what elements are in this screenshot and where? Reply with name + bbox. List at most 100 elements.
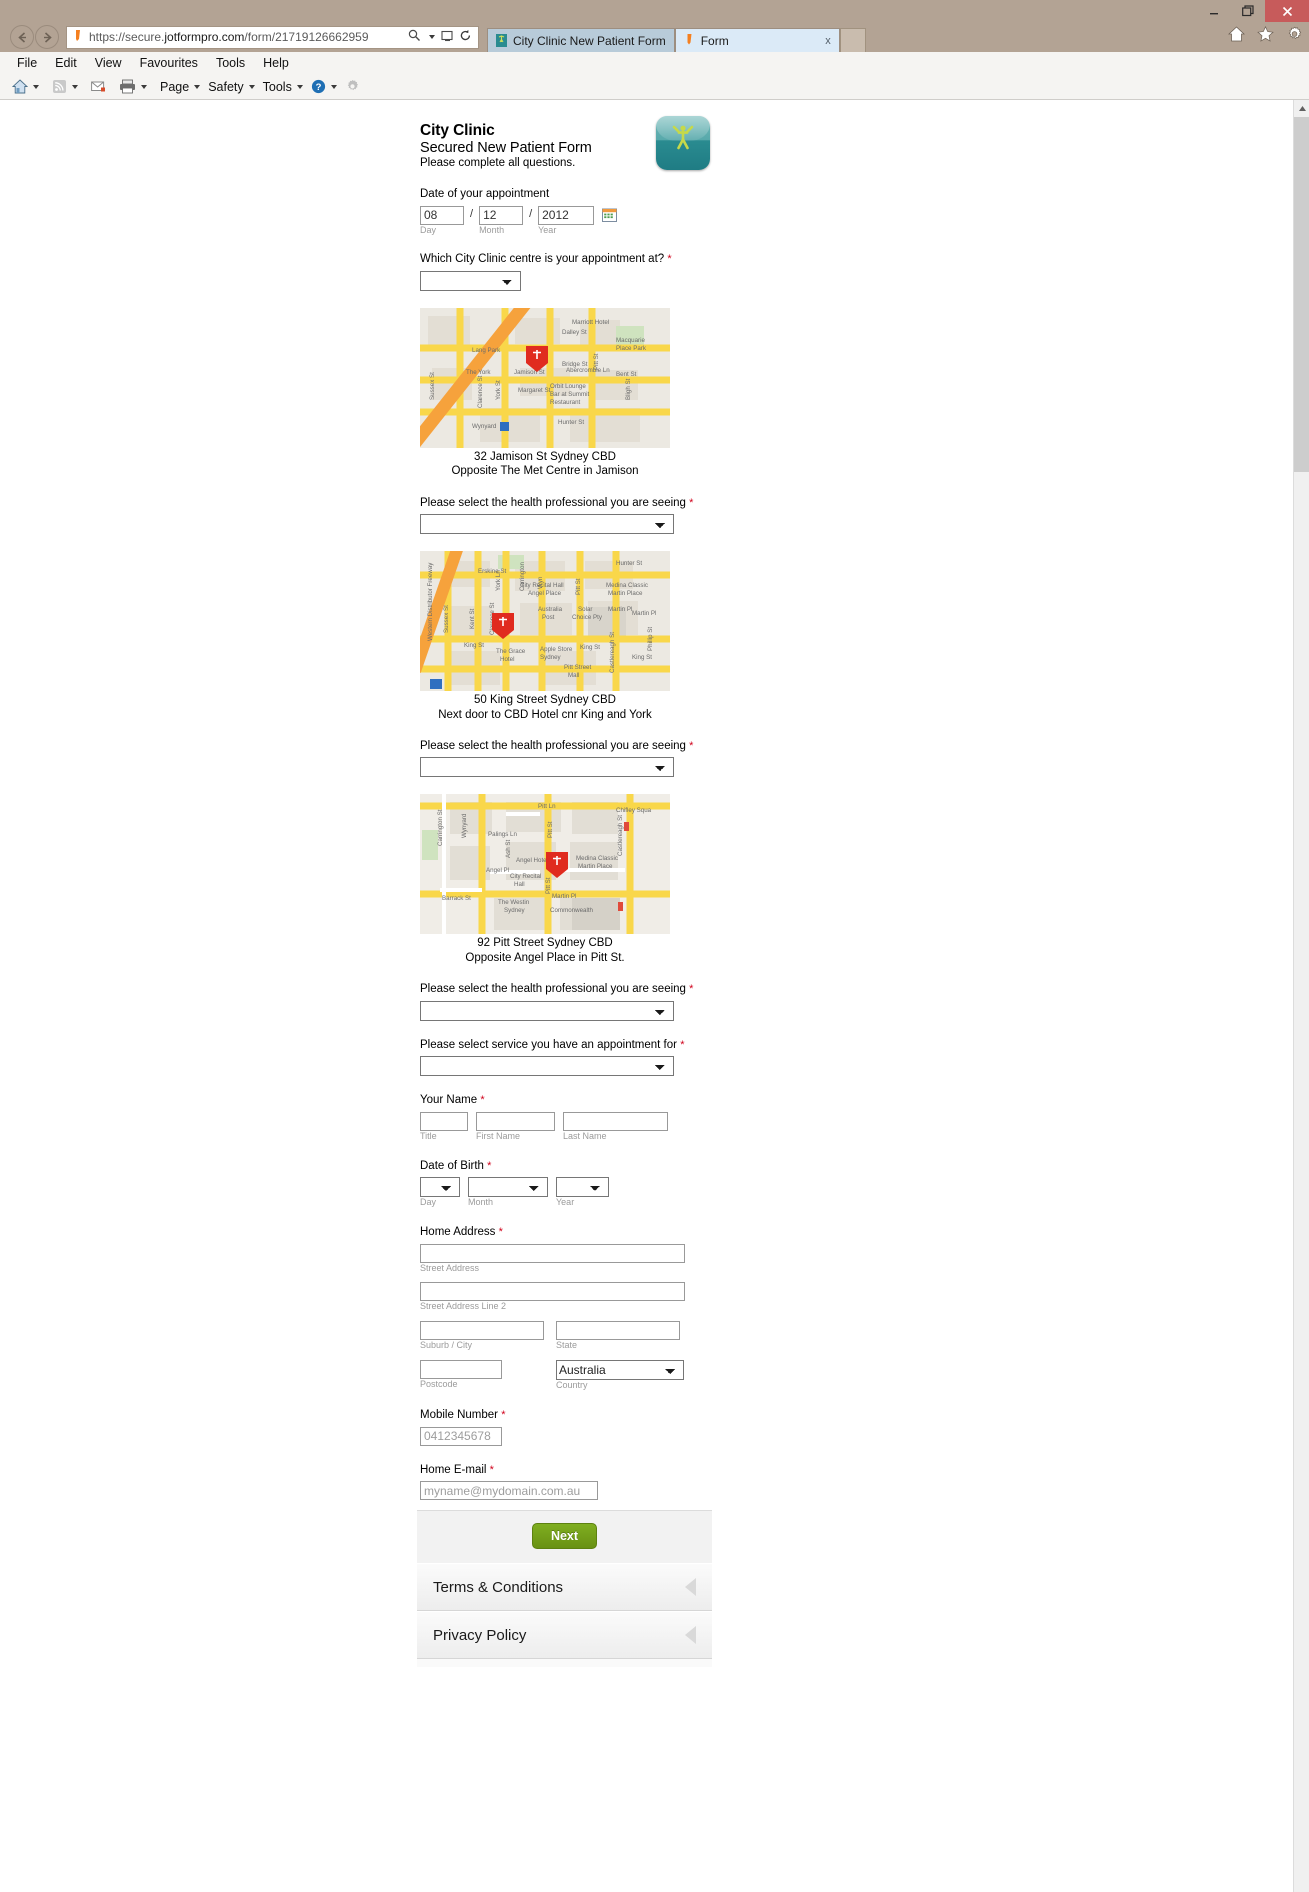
mail-icon[interactable] [87, 80, 110, 93]
menu-item-tools[interactable]: Tools [207, 56, 254, 70]
svg-text:Australia: Australia [538, 606, 563, 613]
next-button[interactable]: Next [531, 1523, 598, 1550]
mobile-number-input[interactable] [420, 1426, 502, 1446]
accordion-terms-and-conditions[interactable]: Terms & Conditions [417, 1563, 712, 1612]
svg-text:Western Distributor Freeway: Western Distributor Freeway [427, 562, 434, 641]
name-first-input[interactable] [476, 1111, 555, 1131]
dob-month-select[interactable] [468, 1177, 548, 1198]
svg-text:Post: Post [542, 614, 555, 621]
street-address-input[interactable] [420, 1243, 685, 1263]
required-marker: * [498, 1226, 503, 1239]
centre-question: Which City Clinic centre is your appoint… [420, 252, 710, 291]
suburb-city-input[interactable] [420, 1321, 544, 1341]
health-professional-select-1[interactable] [420, 514, 674, 535]
accordion-privacy-policy[interactable]: Privacy Policy [417, 1611, 712, 1660]
chevron-down-icon [194, 84, 201, 89]
street-address-2-input[interactable] [420, 1282, 685, 1302]
tab-close-icon[interactable]: x [815, 35, 831, 47]
centre-question-label: Which City Clinic centre is your appoint… [420, 253, 672, 266]
help-dropdown-icon[interactable] [330, 84, 337, 89]
tab-city-clinic-new-patient-form[interactable]: City Clinic New Patient Form [487, 28, 675, 52]
print-icon[interactable] [115, 79, 151, 94]
address-text: https://secure.jotformpro.com/form/21719… [89, 30, 369, 44]
svg-text:Bent St: Bent St [616, 371, 637, 378]
centre-select[interactable] [420, 270, 521, 291]
svg-text:York St: York St [495, 380, 502, 400]
dob-year-select[interactable] [556, 1177, 609, 1198]
search-icon[interactable] [408, 29, 421, 45]
svg-text:Hotel: Hotel [500, 656, 514, 663]
menu-item-edit[interactable]: Edit [46, 56, 86, 70]
collapse-arrow-icon[interactable] [685, 1626, 696, 1645]
menu-item-view[interactable]: View [86, 56, 131, 70]
scrollbar-thumb[interactable] [1294, 117, 1309, 472]
svg-text:Abercrombie Ln: Abercrombie Ln [566, 367, 610, 374]
restore-button[interactable] [1231, 0, 1265, 22]
appointment-date-question: Date of your appointment Day / Month / [420, 187, 710, 235]
rss-dropdown-icon[interactable] [72, 84, 78, 89]
print-dropdown-icon[interactable] [141, 84, 147, 89]
postcode-input[interactable] [420, 1360, 502, 1380]
command-page-menu[interactable]: Page [156, 80, 204, 94]
dob-day-select[interactable] [420, 1177, 460, 1198]
refresh-icon[interactable] [459, 29, 472, 45]
close-button[interactable] [1265, 0, 1309, 22]
health-professional-select-2[interactable] [420, 757, 674, 778]
home-icon[interactable] [8, 79, 43, 94]
home-email-input[interactable] [420, 1481, 598, 1501]
appointment-month-input[interactable] [479, 205, 524, 225]
state-input[interactable] [556, 1321, 680, 1341]
menu-item-favourites[interactable]: Favourites [131, 56, 207, 70]
home-dropdown-icon[interactable] [33, 84, 39, 89]
name-last-input[interactable] [563, 1111, 668, 1131]
gear-icon[interactable] [341, 79, 364, 94]
new-tab-button[interactable] [839, 28, 866, 52]
your-name-question: Your Name * Title First Name Last Name [420, 1093, 710, 1141]
svg-text:Choice Pty: Choice Pty [572, 614, 603, 621]
svg-text:Pitt St: Pitt St [545, 878, 552, 895]
help-icon[interactable]: ? [307, 79, 341, 94]
compatibility-view-icon[interactable] [441, 30, 453, 45]
home-icon[interactable] [1227, 26, 1246, 47]
health-professional-select-3[interactable] [420, 1000, 674, 1021]
name-last-sublabel: Last Name [563, 1130, 607, 1141]
svg-text:York Ln: York Ln [495, 570, 502, 591]
health-professional-label-1: Please select the health professional yo… [420, 496, 694, 509]
menu-item-help[interactable]: Help [254, 56, 298, 70]
collapse-arrow-icon[interactable] [685, 1578, 696, 1597]
svg-text:City Recital: City Recital [510, 873, 541, 880]
map-king-street: Erskine St King St King St King St Hunter … [420, 551, 670, 722]
svg-text:Palings Ln: Palings Ln [488, 831, 517, 838]
forward-arrow-icon[interactable] [35, 25, 59, 49]
appointment-year-input[interactable] [538, 205, 595, 225]
rss-icon[interactable] [48, 79, 82, 94]
tab-label: City Clinic New Patient Form [513, 33, 666, 48]
star-icon[interactable] [1257, 25, 1274, 47]
chevron-down-icon [296, 84, 303, 89]
scroll-up-arrow-icon[interactable] [1294, 100, 1309, 117]
svg-text:Angel Hotel: Angel Hotel [516, 857, 548, 864]
svg-text:Jamison St: Jamison St [514, 369, 545, 376]
appointment-day-sublabel: Day [420, 224, 437, 235]
menu-item-file[interactable]: File [8, 56, 46, 70]
back-arrow-icon[interactable] [10, 25, 34, 49]
appointment-day-input[interactable] [420, 205, 464, 225]
svg-text:Margaret St: Margaret St [518, 387, 551, 394]
calendar-icon[interactable] [602, 208, 618, 222]
address-bar[interactable]: https://secure.jotformpro.com/form/21719… [66, 25, 479, 49]
map-caption-2: 50 King Street Sydney CBD Next door to C… [420, 693, 670, 722]
gear-icon[interactable] [1286, 26, 1303, 47]
vertical-scrollbar[interactable] [1293, 100, 1309, 1892]
svg-text:Solar: Solar [578, 606, 592, 613]
search-dropdown-icon[interactable] [429, 35, 435, 39]
command-safety-menu[interactable]: Safety [204, 80, 258, 94]
minimize-button[interactable] [1197, 0, 1231, 22]
country-select[interactable]: Australia [556, 1360, 684, 1381]
command-tools-menu[interactable]: Tools [259, 80, 307, 94]
service-select[interactable] [420, 1056, 674, 1077]
svg-text:Orbit Lounge: Orbit Lounge [550, 383, 586, 390]
name-title-input[interactable] [420, 1111, 468, 1131]
location-block-2: Erskine St King St King St King St Hunter … [420, 551, 710, 722]
tab-form[interactable]: Form x [674, 28, 840, 52]
svg-text:Hunter St: Hunter St [616, 560, 642, 567]
